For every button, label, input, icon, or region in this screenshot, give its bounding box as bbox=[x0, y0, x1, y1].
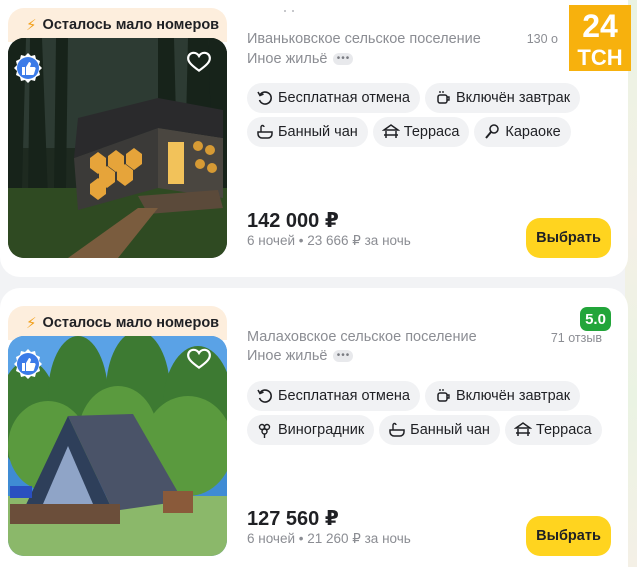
chip-label: Терраса bbox=[403, 124, 460, 140]
property-type-label: Иное жильё bbox=[247, 348, 328, 364]
top-choice-icon bbox=[14, 349, 42, 379]
karaoke-icon bbox=[485, 124, 500, 139]
chip-breakfast: Включён завтрак bbox=[424, 381, 581, 411]
chip-label: Включён завтрак bbox=[455, 388, 571, 404]
chip-bath-tub: Банный чан bbox=[379, 415, 500, 445]
chip-bath-tub: Банный чан bbox=[247, 117, 368, 147]
chip-label: Бесплатная отмена bbox=[278, 90, 410, 106]
reviews-count: 130 о bbox=[526, 32, 558, 46]
terrace-icon bbox=[513, 422, 532, 436]
location-text: Малаховское сельское поселение bbox=[247, 329, 477, 345]
lightning-icon: ⚡ bbox=[26, 17, 37, 34]
lightning-icon: ⚡ bbox=[26, 315, 37, 332]
reviews-count: 71 отзыв bbox=[550, 331, 602, 345]
property-type-label: Иное жильё bbox=[247, 51, 328, 67]
chip-label: Караоке bbox=[505, 124, 561, 140]
top-choice-icon bbox=[14, 53, 42, 83]
total-price: 142 000 ₽ bbox=[247, 210, 339, 232]
more-icon[interactable]: ••• bbox=[333, 350, 354, 362]
amenities-list: Бесплатная отмена Включён завтрак Банный… bbox=[247, 83, 607, 147]
vineyard-icon bbox=[258, 423, 271, 438]
breakfast-icon bbox=[437, 91, 450, 104]
bath-tub-icon bbox=[257, 124, 273, 139]
amenities-list: Бесплатная отмена Включён завтрак Виногр… bbox=[247, 381, 607, 445]
cancel-icon bbox=[257, 91, 272, 105]
hotel-card[interactable]: ⚡ Осталось мало номеров bbox=[0, 288, 628, 567]
terrace-icon bbox=[381, 124, 400, 138]
breakfast-icon bbox=[437, 389, 450, 402]
chip-label: Включён завтрак bbox=[455, 90, 571, 106]
cropped-title-fragment bbox=[284, 10, 294, 12]
scarcity-badge: ⚡ Осталось мало номеров bbox=[8, 306, 227, 340]
logo-letters: ТСН bbox=[577, 45, 622, 70]
scarcity-badge: ⚡ Осталось мало номеров bbox=[8, 8, 227, 42]
chip-terrace: Терраса bbox=[372, 117, 470, 147]
favorite-heart-icon[interactable] bbox=[186, 49, 212, 75]
cancel-icon bbox=[257, 389, 272, 403]
scarcity-text: Осталось мало номеров bbox=[42, 315, 220, 331]
price-per-night: 6 ночей • 21 260 ₽ за ночь bbox=[247, 531, 411, 546]
favorite-heart-icon[interactable] bbox=[186, 346, 212, 372]
rating-badge: 5.0 bbox=[580, 307, 611, 331]
chip-breakfast: Включён завтрак bbox=[424, 83, 581, 113]
chip-label: Терраса bbox=[535, 422, 592, 438]
chip-free-cancellation: Бесплатная отмена bbox=[247, 83, 420, 113]
bath-tub-icon bbox=[389, 422, 405, 437]
chip-vineyard: Виноградник bbox=[247, 415, 375, 445]
hotel-card[interactable]: ⚡ Осталось мало номеров bbox=[0, 0, 628, 277]
location-text: Иваньковское сельское поселение bbox=[247, 31, 481, 47]
select-button[interactable]: Выбрать bbox=[526, 516, 611, 556]
chip-label: Виноградник bbox=[278, 422, 365, 438]
chip-label: Банный чан bbox=[410, 422, 490, 438]
chip-label: Банный чан bbox=[278, 124, 358, 140]
property-type: Иное жильё ••• bbox=[247, 51, 354, 67]
more-icon[interactable]: ••• bbox=[333, 53, 354, 65]
total-price: 127 560 ₽ bbox=[247, 508, 339, 530]
logo-number: 24 bbox=[582, 8, 618, 44]
channel-logo: 24 ТСН bbox=[569, 5, 631, 71]
property-type: Иное жильё ••• bbox=[247, 348, 354, 364]
scarcity-text: Осталось мало номеров bbox=[42, 17, 220, 33]
chip-terrace: Терраса bbox=[504, 415, 602, 445]
price-per-night: 6 ночей • 23 666 ₽ за ночь bbox=[247, 233, 411, 248]
chip-label: Бесплатная отмена bbox=[278, 388, 410, 404]
chip-karaoke: Караоке bbox=[474, 117, 571, 147]
chip-free-cancellation: Бесплатная отмена bbox=[247, 381, 420, 411]
select-button[interactable]: Выбрать bbox=[526, 218, 611, 258]
